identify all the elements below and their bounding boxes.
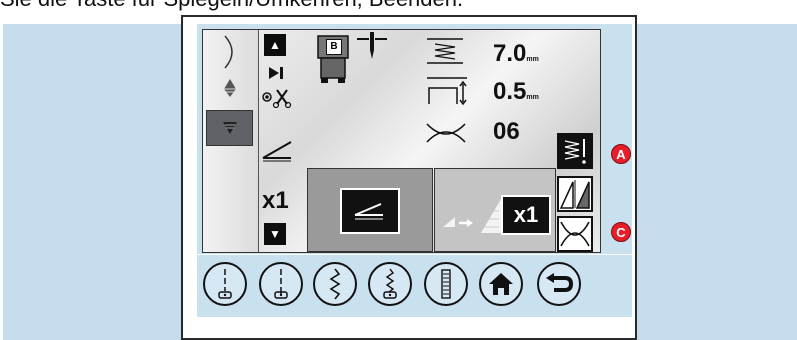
lcd-display: ▲ x1 ▼ B 7.0mm 0.5mm 06 x1 [202, 29, 601, 253]
stitch-length-value: 0.5mm [493, 78, 539, 106]
buttonhole-stitch-button[interactable] [368, 262, 412, 306]
repeat-count-button[interactable]: x1 [501, 195, 551, 235]
buttonhole-stitch-icon [383, 268, 397, 299]
stitch-width-unit: mm [526, 56, 539, 63]
triangle-stitch-icon [223, 122, 237, 134]
needle-icon [357, 32, 387, 59]
presser-foot-letter: B [326, 39, 342, 55]
selected-stitch[interactable] [206, 110, 253, 146]
stitch-length-icon [427, 77, 467, 106]
tension-swap-icon [560, 221, 590, 247]
scroll-down-button[interactable]: ▼ [264, 223, 286, 245]
needle-stop-down-button[interactable] [259, 262, 303, 306]
thread-cut-icon[interactable] [261, 86, 293, 108]
scroll-column: ▲ x1 ▼ [261, 30, 306, 252]
zigzag-stitch-icon [329, 268, 341, 300]
needle-stop-up-button[interactable] [203, 262, 247, 306]
repeat-count-label: x1 [262, 187, 289, 214]
repeat-count-text: x1 [513, 202, 539, 227]
back-button[interactable] [537, 262, 581, 306]
thread-tension-icon [426, 123, 466, 143]
callout-a: A [611, 144, 631, 164]
callout-c: C [611, 222, 631, 242]
mirror-stitch-icon [559, 135, 591, 167]
stitch-width-number: 7.0 [493, 40, 527, 67]
tapering-icon[interactable] [261, 138, 295, 162]
repeat-panel: x1 [434, 168, 556, 252]
needle-down-icon [274, 269, 288, 299]
tapering-repeat-icon [443, 199, 501, 233]
tapering-panel [307, 168, 433, 252]
leaf-stitch-icon[interactable] [221, 78, 239, 98]
stitch-length-unit: mm [526, 94, 539, 101]
back-arrow-icon [546, 273, 574, 292]
home-icon [489, 273, 513, 295]
tapering-angle-icon [354, 203, 383, 220]
stitch-length-number: 0.5 [493, 78, 527, 105]
curve-stitch-icon[interactable] [217, 34, 243, 70]
stitch-width-icon [427, 38, 463, 64]
tension-swap-button[interactable] [557, 216, 593, 252]
mirror-stitch-button[interactable] [557, 133, 593, 169]
home-button[interactable] [479, 262, 523, 306]
satin-column-button[interactable] [424, 262, 468, 306]
scroll-up-button[interactable]: ▲ [264, 34, 286, 56]
instruction-caption: Sie die Taste für Spiegeln/Umkehren, Bee… [0, 0, 463, 12]
satin-column-icon [441, 269, 451, 299]
zigzag-stitch-button[interactable] [313, 262, 357, 306]
tapering-start-button[interactable] [340, 188, 400, 234]
needle-stop-icon [218, 269, 232, 299]
pattern-end-icon[interactable] [267, 65, 285, 81]
presser-foot-indicator: B [315, 32, 351, 84]
stitch-selector-column [203, 30, 259, 252]
stitch-width-value: 7.0mm [493, 40, 539, 68]
tapering-mirror-button[interactable] [557, 176, 593, 212]
thread-tension-value: 06 [493, 118, 520, 145]
tapering-mirror-icon [559, 180, 590, 209]
